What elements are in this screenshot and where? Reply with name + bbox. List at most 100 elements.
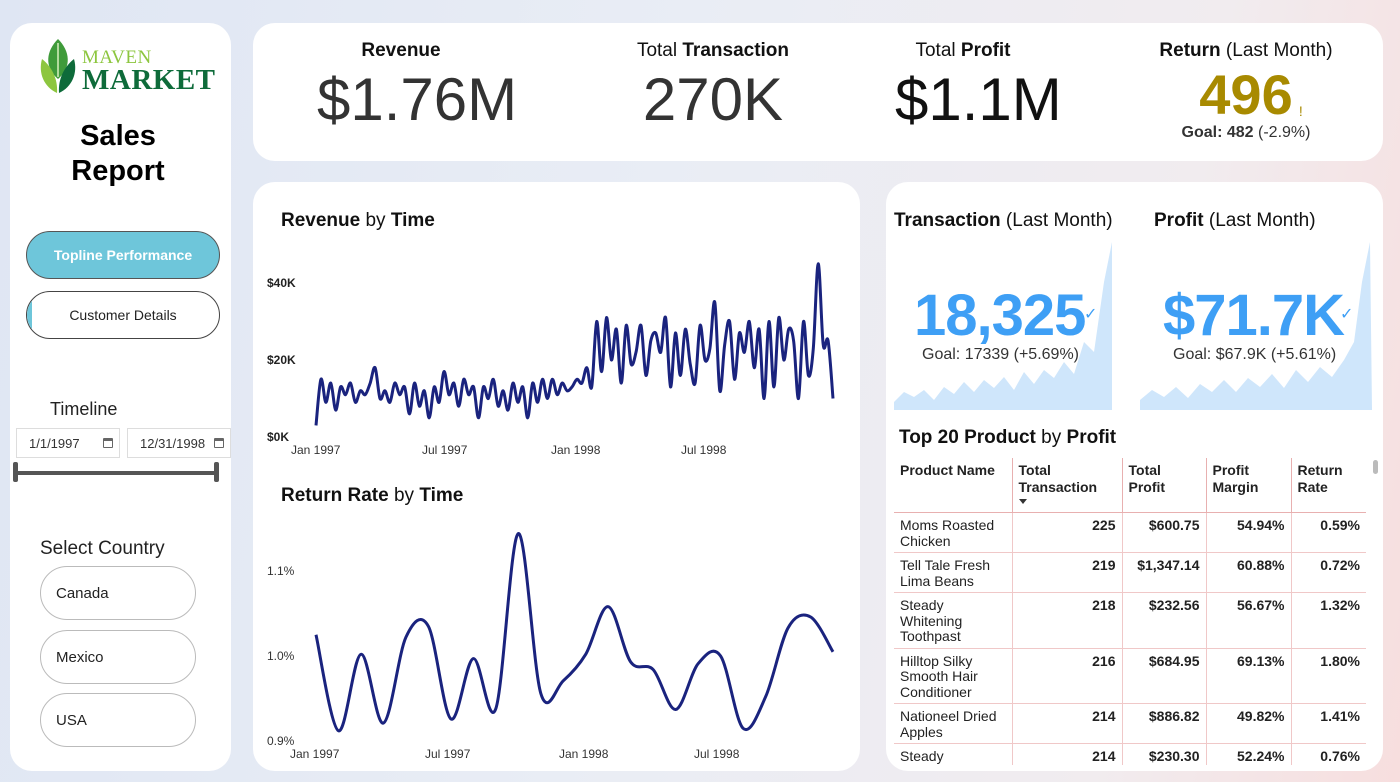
country-button-mexico[interactable]: Mexico: [40, 630, 196, 684]
kpi-revenue-value: $1.76M: [317, 66, 518, 133]
maven-market-logo: MAVEN MARKET: [38, 37, 215, 99]
transaction-last-month-title: Transaction (Last Month): [894, 210, 1113, 232]
cell-profit-margin: 56.67%: [1205, 592, 1291, 649]
column-header-profit-margin[interactable]: Profit Margin: [1205, 458, 1291, 513]
timeline-slider-end-handle[interactable]: [214, 462, 219, 482]
kpi-profit: Total Profit $1.1M: [895, 40, 1062, 133]
calendar-icon[interactable]: [214, 438, 224, 448]
y-tick-label: 1.0%: [267, 649, 295, 663]
table-title-bold1: Top 20 Product: [899, 427, 1036, 448]
x-tick-label: Jul 1998: [694, 747, 740, 761]
topline-performance-button[interactable]: Topline Performance: [26, 231, 220, 279]
return-rate-line-chart[interactable]: 0.9% 1.0% 1.1% Jan 1997 Jul 1997 Jan 1998 Jul …: [253, 517, 860, 767]
y-tick-label: 0.9%: [267, 734, 295, 748]
column-header-product-name[interactable]: Product Name: [894, 458, 1012, 513]
kpi-profit-title-plain: Total: [915, 40, 961, 61]
table-scrollbar[interactable]: [1373, 460, 1378, 474]
customer-details-button[interactable]: Customer Details: [26, 291, 220, 339]
cell-return-rate: 1.41%: [1290, 703, 1366, 744]
select-country-label: Select Country: [40, 538, 165, 559]
kpi-profit-title: Total Profit: [895, 40, 1031, 62]
cell-total-transaction: 216: [1011, 648, 1122, 704]
timeline-slider-start-handle[interactable]: [13, 462, 18, 482]
cell-total-transaction: 214: [1011, 703, 1122, 744]
kpi-return-goal-label: Goal:: [1181, 124, 1227, 141]
cell-profit-margin: 49.82%: [1205, 703, 1291, 744]
return-title-plain: by: [388, 485, 420, 506]
kpi-revenue-title-text: Revenue: [361, 40, 441, 61]
x-tick-label: Jul 1998: [681, 443, 727, 457]
kpi-return-number: 496: [1199, 63, 1293, 126]
kpi-transaction-value: 270K: [642, 66, 784, 133]
timeline-slider-track[interactable]: [15, 471, 219, 475]
page-title-line2: Report: [71, 155, 165, 187]
warning-icon: !: [1298, 103, 1303, 119]
profit-goal: Goal: $67.9K (+5.61%): [1173, 346, 1337, 363]
cell-product-name: Nationeel Dried Apples: [894, 703, 1012, 744]
kpi-card: Revenue $1.76M Total Transaction 270K To…: [253, 23, 1383, 161]
right-card-content: Transaction (Last Month) Profit (Last Mo…: [886, 182, 1383, 765]
cell-total-profit: $232.56: [1121, 592, 1206, 649]
cell-return-rate: 0.76%: [1290, 743, 1366, 765]
table-row[interactable]: Steady Childrens Cold 214 $230.30 52.24%…: [894, 743, 1366, 765]
revenue-chart-title: Revenue by Time: [281, 210, 435, 232]
series-line: [314, 262, 835, 426]
cell-total-profit: $684.95: [1121, 648, 1206, 704]
kpi-profit-value: $1.1M: [895, 66, 1062, 133]
cell-product-name: Steady Childrens Cold: [894, 743, 1012, 765]
sort-descending-icon[interactable]: [1018, 499, 1027, 504]
end-date-input[interactable]: 12/31/1998: [127, 428, 231, 458]
customer-details-label: Customer Details: [69, 307, 177, 323]
table-row[interactable]: Nationeel Dried Apples 214 $886.82 49.82…: [894, 703, 1366, 744]
table-row[interactable]: Moms Roasted Chicken 225 $600.75 54.94% …: [894, 512, 1366, 553]
kpi-transaction-title-bold: Transaction: [682, 40, 790, 61]
timeline-label: Timeline: [50, 399, 118, 419]
cell-product-name: Moms Roasted Chicken: [894, 512, 1012, 553]
cell-total-profit: $886.82: [1121, 703, 1206, 744]
column-header-total-profit[interactable]: Total Profit: [1121, 458, 1206, 513]
cell-total-transaction: 219: [1011, 552, 1122, 593]
cell-return-rate: 1.80%: [1290, 648, 1366, 704]
x-tick-label: Jan 1998: [559, 747, 609, 761]
x-tick-label: Jul 1997: [422, 443, 468, 457]
return-chart-title: Return Rate by Time: [281, 485, 463, 507]
calendar-icon[interactable]: [103, 438, 113, 448]
cell-profit-margin: 60.88%: [1205, 552, 1291, 593]
table-body: Moms Roasted Chicken 225 $600.75 54.94% …: [894, 512, 1366, 765]
revenue-line-chart[interactable]: $0K $20K $40K Jan 1997 Jul 1997 Jan 1998 Jul 1…: [253, 242, 860, 467]
column-header-return-rate[interactable]: Return Rate: [1290, 458, 1366, 513]
kpi-return: Return (Last Month) 496! Goal: 482 (-2.9…: [1151, 40, 1341, 142]
y-tick-label: 1.1%: [267, 564, 295, 578]
right-card: Transaction (Last Month) Profit (Last Mo…: [886, 182, 1383, 771]
check-icon: ✓: [1084, 306, 1098, 323]
return-title-bold2: Time: [419, 485, 464, 506]
profit-last-month-value: $71.7K: [1163, 283, 1345, 348]
column-header-total-transaction-label: Total Transaction: [1018, 462, 1098, 495]
check-icon: ✓: [1340, 306, 1354, 323]
page-title-line1: Sales: [80, 120, 156, 152]
kpi-return-goal: Goal: 482 (-2.9%): [1151, 124, 1341, 142]
page-title: Sales Report: [10, 119, 226, 189]
cell-total-transaction: 225: [1011, 512, 1122, 553]
kpi-return-title-plain: (Last Month): [1220, 40, 1333, 61]
y-tick-label: $20K: [267, 353, 296, 367]
profit-last-month-title: Profit (Last Month): [1154, 210, 1316, 232]
table-row[interactable]: Steady Whitening Toothpast 218 $232.56 5…: [894, 592, 1366, 649]
table-row[interactable]: Tell Tale Fresh Lima Beans 219 $1,347.14…: [894, 552, 1366, 593]
cell-product-name: Tell Tale Fresh Lima Beans: [894, 552, 1012, 593]
country-button-usa[interactable]: USA: [40, 693, 196, 747]
series-line: [314, 532, 835, 733]
revenue-title-bold2: Time: [390, 210, 435, 231]
cell-return-rate: 0.72%: [1290, 552, 1366, 593]
table-title-bold2: Profit: [1066, 427, 1117, 448]
start-date-input[interactable]: 1/1/1997: [16, 428, 120, 458]
cell-total-transaction: 218: [1011, 592, 1122, 649]
kpi-transaction: Total Transaction 270K: [625, 40, 801, 132]
transaction-last-month-value: 18,325: [914, 283, 1086, 348]
country-button-canada[interactable]: Canada: [40, 566, 196, 620]
x-tick-label: Jan 1998: [551, 443, 601, 457]
table-row[interactable]: Hilltop Silky Smooth Hair Conditioner 21…: [894, 648, 1366, 704]
cell-product-name: Hilltop Silky Smooth Hair Conditioner: [894, 648, 1012, 704]
cell-total-profit: $1,347.14: [1121, 552, 1206, 593]
column-header-total-transaction[interactable]: Total Transaction: [1011, 458, 1122, 513]
